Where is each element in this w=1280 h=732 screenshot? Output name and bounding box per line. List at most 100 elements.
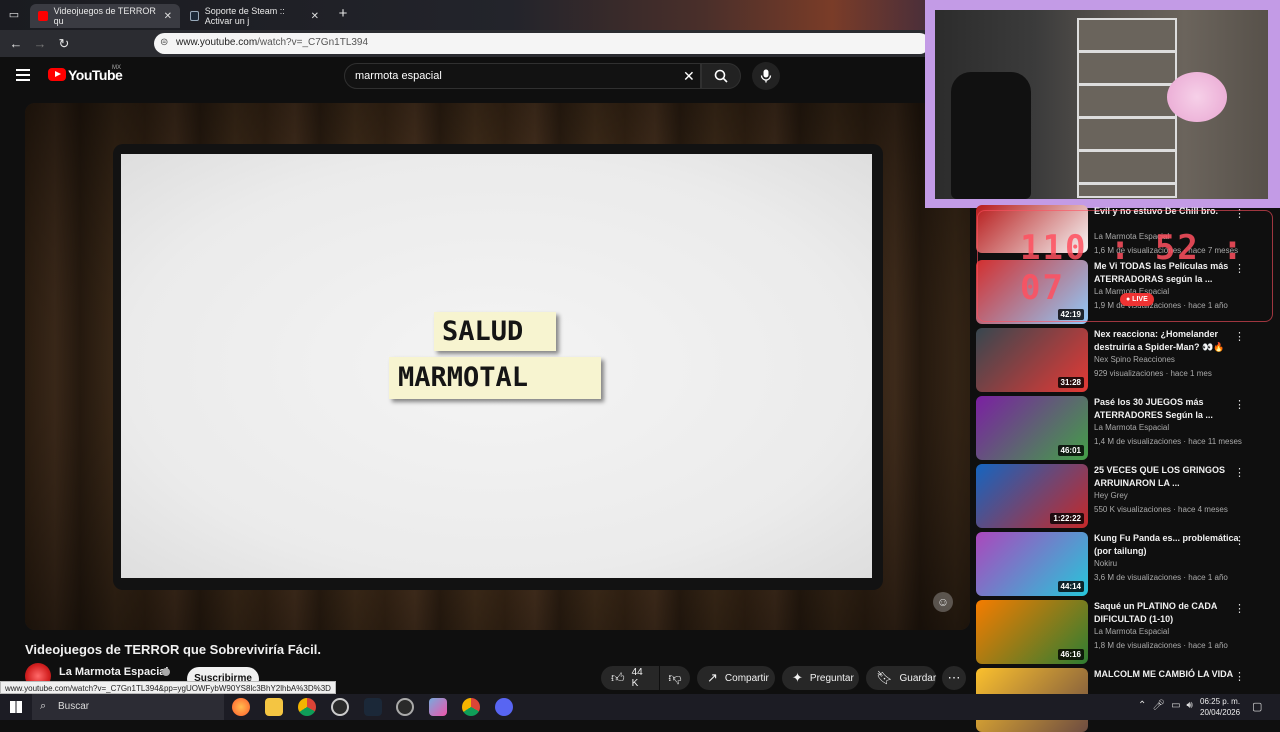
verified-icon (162, 668, 170, 676)
like-button[interactable]: 👍︎ 44 K (601, 666, 659, 690)
voice-search-button[interactable] (752, 62, 780, 90)
recommendation-title[interactable]: Nex reacciona: ¿Homelander destruiría a … (1094, 328, 1244, 354)
more-options-icon[interactable]: ⋮ (1234, 670, 1245, 683)
dislike-button[interactable]: 👎︎ (660, 666, 690, 690)
video-player[interactable]: SALUD MARMOTAL ☺ (25, 103, 970, 630)
tab-actions-icon[interactable]: ▭ (6, 7, 22, 23)
discord-icon[interactable] (495, 698, 513, 716)
share-button[interactable]: ↗ Compartir (697, 666, 775, 690)
country-code: MX (112, 65, 121, 71)
recommendation-item[interactable]: 44:14 Kung Fu Panda es... problemática (p… (976, 532, 1266, 596)
more-actions-button[interactable]: ⋯ (942, 666, 966, 690)
more-options-icon[interactable]: ⋮ (1234, 398, 1245, 411)
ask-button[interactable]: ✦ Preguntar (782, 666, 859, 690)
clock-date: 20/04/2026 (1200, 708, 1241, 717)
steam-icon[interactable] (364, 698, 382, 716)
close-tab-icon[interactable]: ✕ (311, 11, 319, 22)
more-options-icon[interactable]: ⋮ (1234, 602, 1245, 615)
reload-icon[interactable]: ↻ (56, 36, 72, 52)
site-info-icon[interactable]: ⊜ (160, 37, 168, 48)
channel-name[interactable]: La Marmota Espacial (59, 666, 168, 678)
microphone-icon (760, 69, 772, 83)
video-thumbnail[interactable]: 31:28 (976, 328, 1088, 392)
recommendation-title[interactable]: 25 VECES QUE LOS GRINGOS ARRUINARON LA .… (1094, 464, 1244, 490)
recommendation-channel[interactable]: Hey Grey (1094, 491, 1128, 500)
forward-icon[interactable]: → (32, 36, 48, 52)
more-icon: ⋯ (947, 670, 961, 685)
chrome-profile-icon[interactable] (462, 698, 480, 716)
taskbar-search[interactable]: ⌕ Buscar (32, 694, 224, 720)
tab-title: Videojuegos de TERROR qu (53, 6, 156, 26)
recommendation-meta: 3,6 M de visualizaciones · hace 1 año (1094, 573, 1228, 582)
youtube-logo-icon[interactable] (48, 68, 66, 81)
share-icon: ↗ (707, 670, 718, 685)
thumbs-down-icon: 👎︎ (668, 670, 682, 685)
like-count: 44 K (631, 667, 643, 689)
chrome-icon[interactable] (298, 698, 316, 716)
video-thumbnail[interactable]: 46:01 (976, 396, 1088, 460)
app-icon[interactable] (429, 698, 447, 716)
firefox-icon[interactable] (232, 698, 250, 716)
recommendation-title[interactable]: Pasé los 30 JUEGOS más ATERRADORES Según… (1094, 396, 1244, 422)
ccleaner-icon[interactable] (331, 698, 349, 716)
more-options-icon[interactable]: ⋮ (1234, 466, 1245, 479)
address-bar-row: ← → ↻ ⊜ www.youtube.com/watch?v=_C7Gn1TL… (0, 30, 930, 57)
video-duration: 46:01 (1057, 445, 1084, 456)
clock[interactable]: 06:25 p. m. 20/04/2026 (1200, 696, 1240, 718)
recommendation-title[interactable]: MALCOLM ME CAMBIÓ LA VIDA (1094, 668, 1244, 681)
start-icon[interactable] (10, 701, 22, 713)
recommendation-item[interactable]: 46:01 Pasé los 30 JUEGOS más ATERRADORES … (976, 396, 1266, 460)
url-bar[interactable]: ⊜ www.youtube.com/watch?v=_C7Gn1TL394 (154, 33, 930, 54)
recommendation-channel[interactable]: Nokiru (1094, 559, 1117, 568)
obs-icon[interactable] (396, 698, 414, 716)
search-value: marmota espacial (355, 70, 442, 82)
video-duration: 31:28 (1057, 377, 1084, 388)
menu-icon[interactable] (16, 69, 30, 81)
recommendation-title[interactable]: Kung Fu Panda es... problemática (por ta… (1094, 532, 1244, 558)
clock-time: 06:25 p. m. (1200, 697, 1241, 706)
video-thumbnail[interactable]: 46:16 (976, 600, 1088, 664)
thumbs-up-icon: 👍︎ (611, 670, 625, 685)
video-title: Videojuegos de TERROR que Sobreviviría F… (25, 642, 321, 657)
search-icon: ⌕ (40, 700, 47, 712)
recommendation-meta: 929 visualizaciones · hace 1 mes (1094, 369, 1212, 378)
notifications-icon[interactable]: ▢ (1252, 700, 1262, 713)
search-icon (714, 69, 728, 83)
save-label: Guardar (899, 672, 937, 684)
recommendation-title[interactable]: Saqué un PLATINO de CADA DIFICULTAD (1-1… (1094, 600, 1244, 626)
close-tab-icon[interactable]: ✕ (164, 11, 172, 22)
video-thumbnail[interactable]: 44:14 (976, 532, 1088, 596)
clear-search-icon[interactable]: ✕ (683, 68, 695, 85)
new-tab-button[interactable]: + (335, 6, 351, 22)
recommendation-channel[interactable]: Nex Spino Reacciones (1094, 355, 1175, 364)
video-thumbnail[interactable]: 1:22:22 (976, 464, 1088, 528)
more-options-icon[interactable]: ⋮ (1234, 534, 1245, 547)
recommendation-meta: 550 K visualizaciones · hace 4 meses (1094, 505, 1228, 514)
recommendation-channel[interactable]: La Marmota Espacial (1094, 423, 1169, 432)
browser-tab-active[interactable]: Videojuegos de TERROR qu ✕ (30, 4, 180, 28)
more-options-icon[interactable]: ⋮ (1234, 330, 1245, 343)
webcam-feed (935, 10, 1268, 199)
taskbar-search-placeholder: Buscar (58, 701, 90, 712)
gaming-chair-image (951, 72, 1031, 199)
browser-tab[interactable]: Soporte de Steam :: Activar un j ✕ (182, 4, 327, 28)
system-tray-icons[interactable]: ⌃🎤︎▭🔊︎ (1138, 700, 1199, 711)
channel-watermark-icon[interactable]: ☺ (933, 592, 953, 612)
back-icon[interactable]: ← (8, 36, 24, 52)
steam-favicon-icon (190, 11, 199, 21)
recommendation-channel[interactable]: La Marmota Espacial (1094, 627, 1169, 636)
recommendation-item[interactable]: 46:16 Saqué un PLATINO de CADA DIFICULTAD… (976, 600, 1266, 664)
youtube-favicon-icon (38, 11, 48, 21)
search-input[interactable]: marmota espacial ✕ (344, 63, 701, 89)
recommendation-meta: 1,8 M de visualizaciones · hace 1 año (1094, 641, 1228, 650)
recommendation-item[interactable]: 31:28 Nex reacciona: ¿Homelander destruir… (976, 328, 1266, 392)
sparkle-icon: ✦ (792, 670, 803, 685)
recommendation-item[interactable]: 1:22:22 25 VECES QUE LOS GRINGOS ARRUINAR… (976, 464, 1266, 528)
search-button[interactable] (701, 63, 741, 89)
save-button[interactable]: 🔖︎ Guardar (866, 666, 936, 690)
file-explorer-icon[interactable] (265, 698, 283, 716)
tab-title: Soporte de Steam :: Activar un j (204, 6, 285, 26)
video-card-salud: SALUD (434, 312, 556, 351)
plush-toy-image (1167, 72, 1227, 122)
status-bar-url: www.youtube.com/watch?v=_C7Gn1TL394&pp=y… (0, 681, 336, 694)
